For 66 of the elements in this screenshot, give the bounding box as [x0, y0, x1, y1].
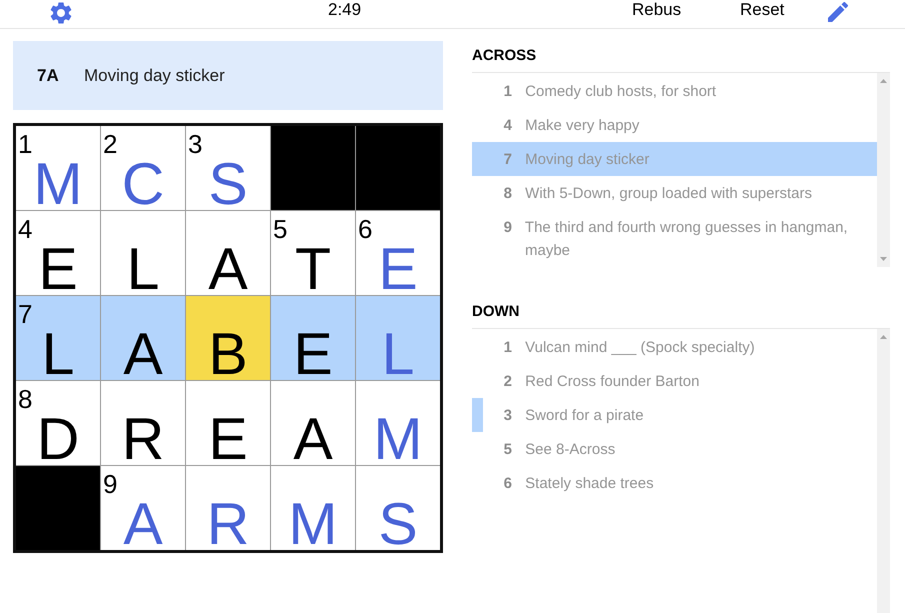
- scroll-up-arrow-icon[interactable]: [880, 335, 887, 339]
- timer: 2:49: [328, 0, 362, 20]
- cell-letter: A: [208, 244, 248, 294]
- grid-cell[interactable]: 2 C: [101, 126, 185, 210]
- cell-letter: M: [33, 159, 83, 209]
- cell-number: 8: [18, 386, 32, 412]
- cell-letter: M: [288, 499, 338, 549]
- grid-cell[interactable]: 7 L: [16, 296, 100, 380]
- cell-letter: C: [122, 159, 164, 209]
- cell-number: 6: [358, 216, 372, 242]
- cell-number: 7: [18, 301, 32, 327]
- toolbar-button[interactable]: Rebus: [632, 0, 682, 20]
- cell-letter: E: [378, 244, 418, 294]
- pencil-icon[interactable]: [828, 2, 848, 22]
- grid-cell[interactable]: 3 S: [186, 126, 270, 210]
- list-heading: ACROSS: [472, 47, 536, 65]
- cell-letter: A: [123, 329, 163, 379]
- grid-cell[interactable]: A: [101, 296, 185, 380]
- grid-cell[interactable]: M: [271, 466, 355, 550]
- cell-letter: D: [36, 414, 80, 464]
- cell-letter: E: [208, 414, 248, 464]
- cell-number: 2: [103, 131, 118, 157]
- cell-letter: B: [208, 329, 248, 379]
- cell-letter: S: [378, 499, 418, 549]
- grid-cell[interactable]: A: [271, 381, 355, 465]
- cell-number: 9: [103, 471, 118, 497]
- grid-cell[interactable]: 6 E: [356, 211, 440, 295]
- cell-letter: L: [382, 329, 414, 379]
- cell-letter: R: [122, 414, 164, 464]
- scroll-down-arrow-icon[interactable]: [880, 257, 887, 261]
- cell-number: 5: [273, 216, 288, 242]
- cell-letter: L: [42, 329, 74, 379]
- grid-cell[interactable]: 4 E: [16, 211, 100, 295]
- cell-letter: E: [38, 244, 78, 294]
- cell-letter: M: [373, 414, 423, 464]
- grid-cell[interactable]: E: [271, 296, 355, 380]
- grid-cell[interactable]: 9 A: [101, 466, 185, 550]
- scrollbar[interactable]: [877, 73, 890, 267]
- cell-number: 3: [188, 131, 202, 157]
- grid-cell[interactable]: 5 T: [271, 211, 355, 295]
- cell-letter: S: [208, 159, 248, 209]
- grid-cell[interactable]: B: [186, 296, 270, 380]
- grid-cell[interactable]: M: [356, 381, 440, 465]
- toolbar-button[interactable]: Reset: [740, 0, 784, 20]
- grid-cell[interactable]: L: [101, 211, 185, 295]
- settings-icon[interactable]: [50, 2, 72, 24]
- grid-cell[interactable]: 1 M: [16, 126, 100, 210]
- cell-letter: A: [123, 499, 163, 549]
- scroll-up-arrow-icon[interactable]: [880, 79, 887, 83]
- cell-number: 1: [18, 131, 32, 157]
- grid-cell[interactable]: S: [356, 466, 440, 550]
- grid-cell[interactable]: 8 D: [16, 381, 100, 465]
- cell-letter: L: [126, 244, 160, 294]
- grid-cell[interactable]: E: [186, 381, 270, 465]
- clue-label: 7A: [37, 66, 60, 86]
- cell-letter: A: [293, 414, 333, 464]
- cell-letter: E: [293, 329, 333, 379]
- cell-letter: T: [294, 244, 332, 294]
- grid-cell[interactable]: R: [186, 466, 270, 550]
- list-heading: DOWN: [472, 303, 520, 321]
- clue-text: Moving day sticker: [84, 66, 225, 86]
- cell-letter: R: [206, 499, 250, 549]
- grid-cell[interactable]: R: [101, 381, 185, 465]
- scrollbar[interactable]: [877, 329, 890, 613]
- grid-cell[interactable]: A: [186, 211, 270, 295]
- cell-number: 4: [18, 216, 32, 242]
